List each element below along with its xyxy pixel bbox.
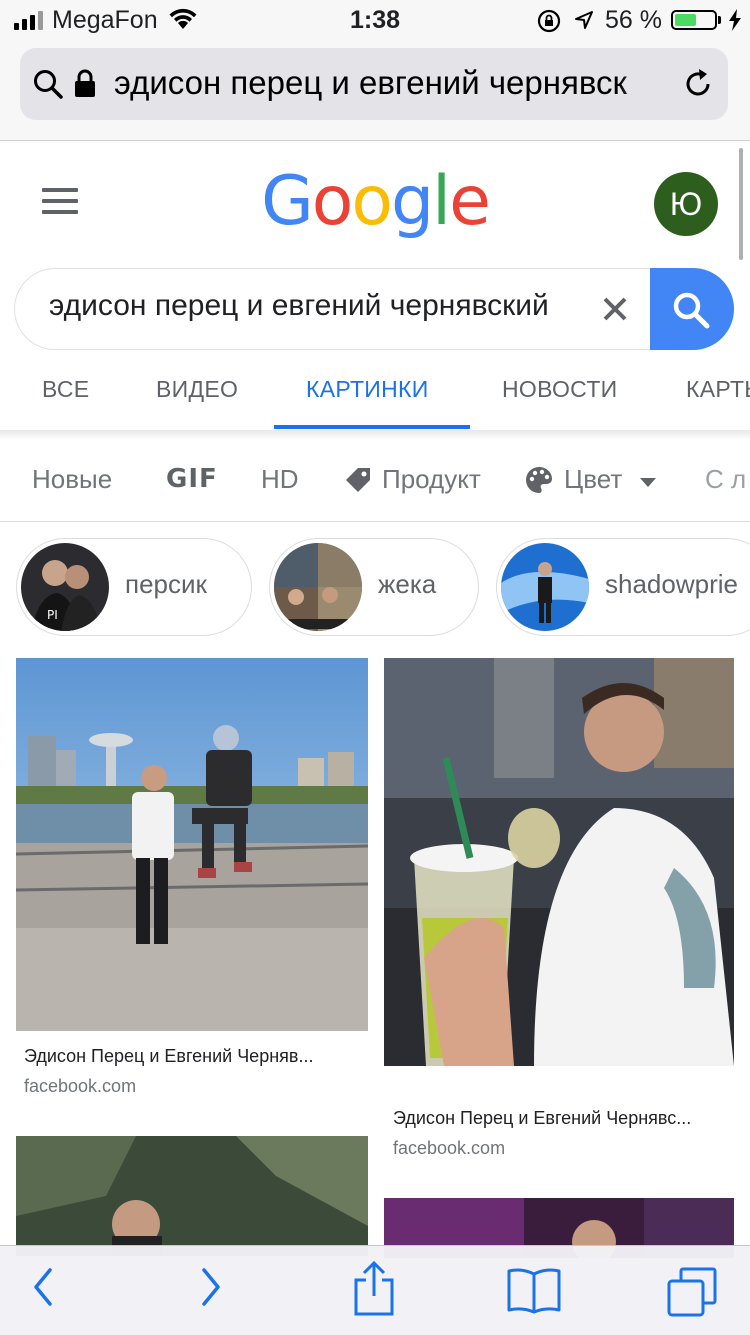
filter-hd[interactable]: HD	[261, 464, 299, 495]
google-logo[interactable]: Google	[0, 162, 750, 241]
chip-label: жека	[378, 569, 437, 599]
url-text[interactable]: эдисон перец и евгений чернявск	[114, 64, 660, 102]
filters-divider	[0, 521, 750, 522]
bookmarks-icon[interactable]	[506, 1266, 562, 1314]
result-image-picture	[384, 658, 734, 1066]
location-icon	[575, 11, 593, 29]
search-box: эдисон перец и евгений чернявский	[14, 268, 734, 350]
status-bar: MegaFon 1:38 56 %	[0, 0, 750, 40]
forward-icon[interactable]	[196, 1264, 226, 1310]
result-image[interactable]	[384, 658, 734, 1066]
search-icon	[34, 70, 63, 99]
result-image[interactable]	[16, 658, 368, 1031]
share-icon[interactable]	[352, 1260, 396, 1316]
charging-icon	[729, 9, 741, 31]
logo-letter: o	[351, 162, 393, 241]
clear-icon[interactable]	[597, 291, 633, 327]
battery-percent: 56 %	[605, 6, 662, 34]
filter-color[interactable]: Цвет	[564, 464, 622, 495]
reload-icon[interactable]	[680, 66, 716, 102]
tab-all[interactable]: ВСЕ	[42, 376, 89, 403]
battery-level	[675, 14, 696, 26]
search-button[interactable]	[650, 268, 734, 350]
result-image[interactable]	[16, 1136, 368, 1256]
filter-gif[interactable]: GIF	[166, 464, 218, 494]
chip-thumbnail: PI	[21, 543, 109, 631]
address-bar[interactable]: эдисон перец и евгений чернявск	[20, 48, 728, 120]
scrollbar[interactable]	[739, 148, 743, 260]
avatar[interactable]: Ю	[654, 172, 718, 236]
tab-news[interactable]: НОВОСТИ	[502, 376, 618, 403]
search-input[interactable]: эдисон перец и евгений чернявский	[49, 289, 589, 323]
result-title[interactable]: Эдисон Перец и Евгений Чернявс...	[393, 1108, 691, 1129]
related-chip[interactable]: shadowprie	[496, 538, 750, 636]
chevron-down-icon	[640, 478, 656, 487]
tag-icon	[346, 468, 370, 492]
result-source[interactable]: facebook.com	[393, 1138, 505, 1159]
orientation-lock-icon	[537, 9, 561, 33]
back-icon[interactable]	[28, 1264, 58, 1310]
chip-thumbnail	[501, 543, 589, 631]
tabs-shadow	[0, 430, 750, 440]
chip-label: персик	[125, 569, 207, 599]
filter-new[interactable]: Новые	[32, 464, 112, 495]
tab-video[interactable]: ВИДЕО	[156, 376, 238, 403]
browser-address-area: эдисон перец и евгений чернявск	[0, 40, 750, 141]
battery-icon	[671, 10, 717, 30]
tab-images[interactable]: КАРТИНКИ	[306, 376, 429, 403]
filter-more[interactable]: С л	[705, 464, 746, 495]
chip-thumbnail	[274, 543, 362, 631]
chip-label: shadowprie	[605, 569, 738, 599]
search-icon	[673, 292, 710, 329]
search-tabs: ВСЕ ВИДЕО КАРТИНКИ НОВОСТИ КАРТЫ	[0, 360, 750, 432]
tab-maps[interactable]: КАРТЫ	[686, 376, 750, 403]
result-title[interactable]: Эдисон Перец и Евгений Черняв...	[24, 1046, 313, 1067]
logo-letter: e	[449, 162, 491, 241]
active-tab-indicator	[274, 425, 470, 429]
filter-product[interactable]: Продукт	[382, 464, 481, 495]
result-source[interactable]: facebook.com	[24, 1076, 136, 1097]
palette-icon	[526, 467, 552, 493]
lock-icon	[75, 69, 95, 97]
related-chip[interactable]: PI персик	[16, 538, 252, 636]
logo-letter: G	[261, 162, 314, 241]
result-image-picture	[16, 1136, 368, 1256]
logo-letter: g	[391, 162, 434, 241]
tabs-icon[interactable]	[666, 1266, 718, 1318]
result-image-picture	[16, 658, 368, 1031]
image-filters: Новые GIF HD Продукт Цвет С л	[0, 448, 750, 510]
logo-letter: l	[432, 162, 451, 241]
logo-letter: o	[311, 162, 354, 241]
browser-toolbar	[0, 1245, 750, 1335]
svg-text:PI: PI	[47, 608, 58, 622]
url-fade	[620, 58, 660, 108]
battery-tip	[718, 16, 721, 24]
related-chip[interactable]: жека	[269, 538, 479, 636]
